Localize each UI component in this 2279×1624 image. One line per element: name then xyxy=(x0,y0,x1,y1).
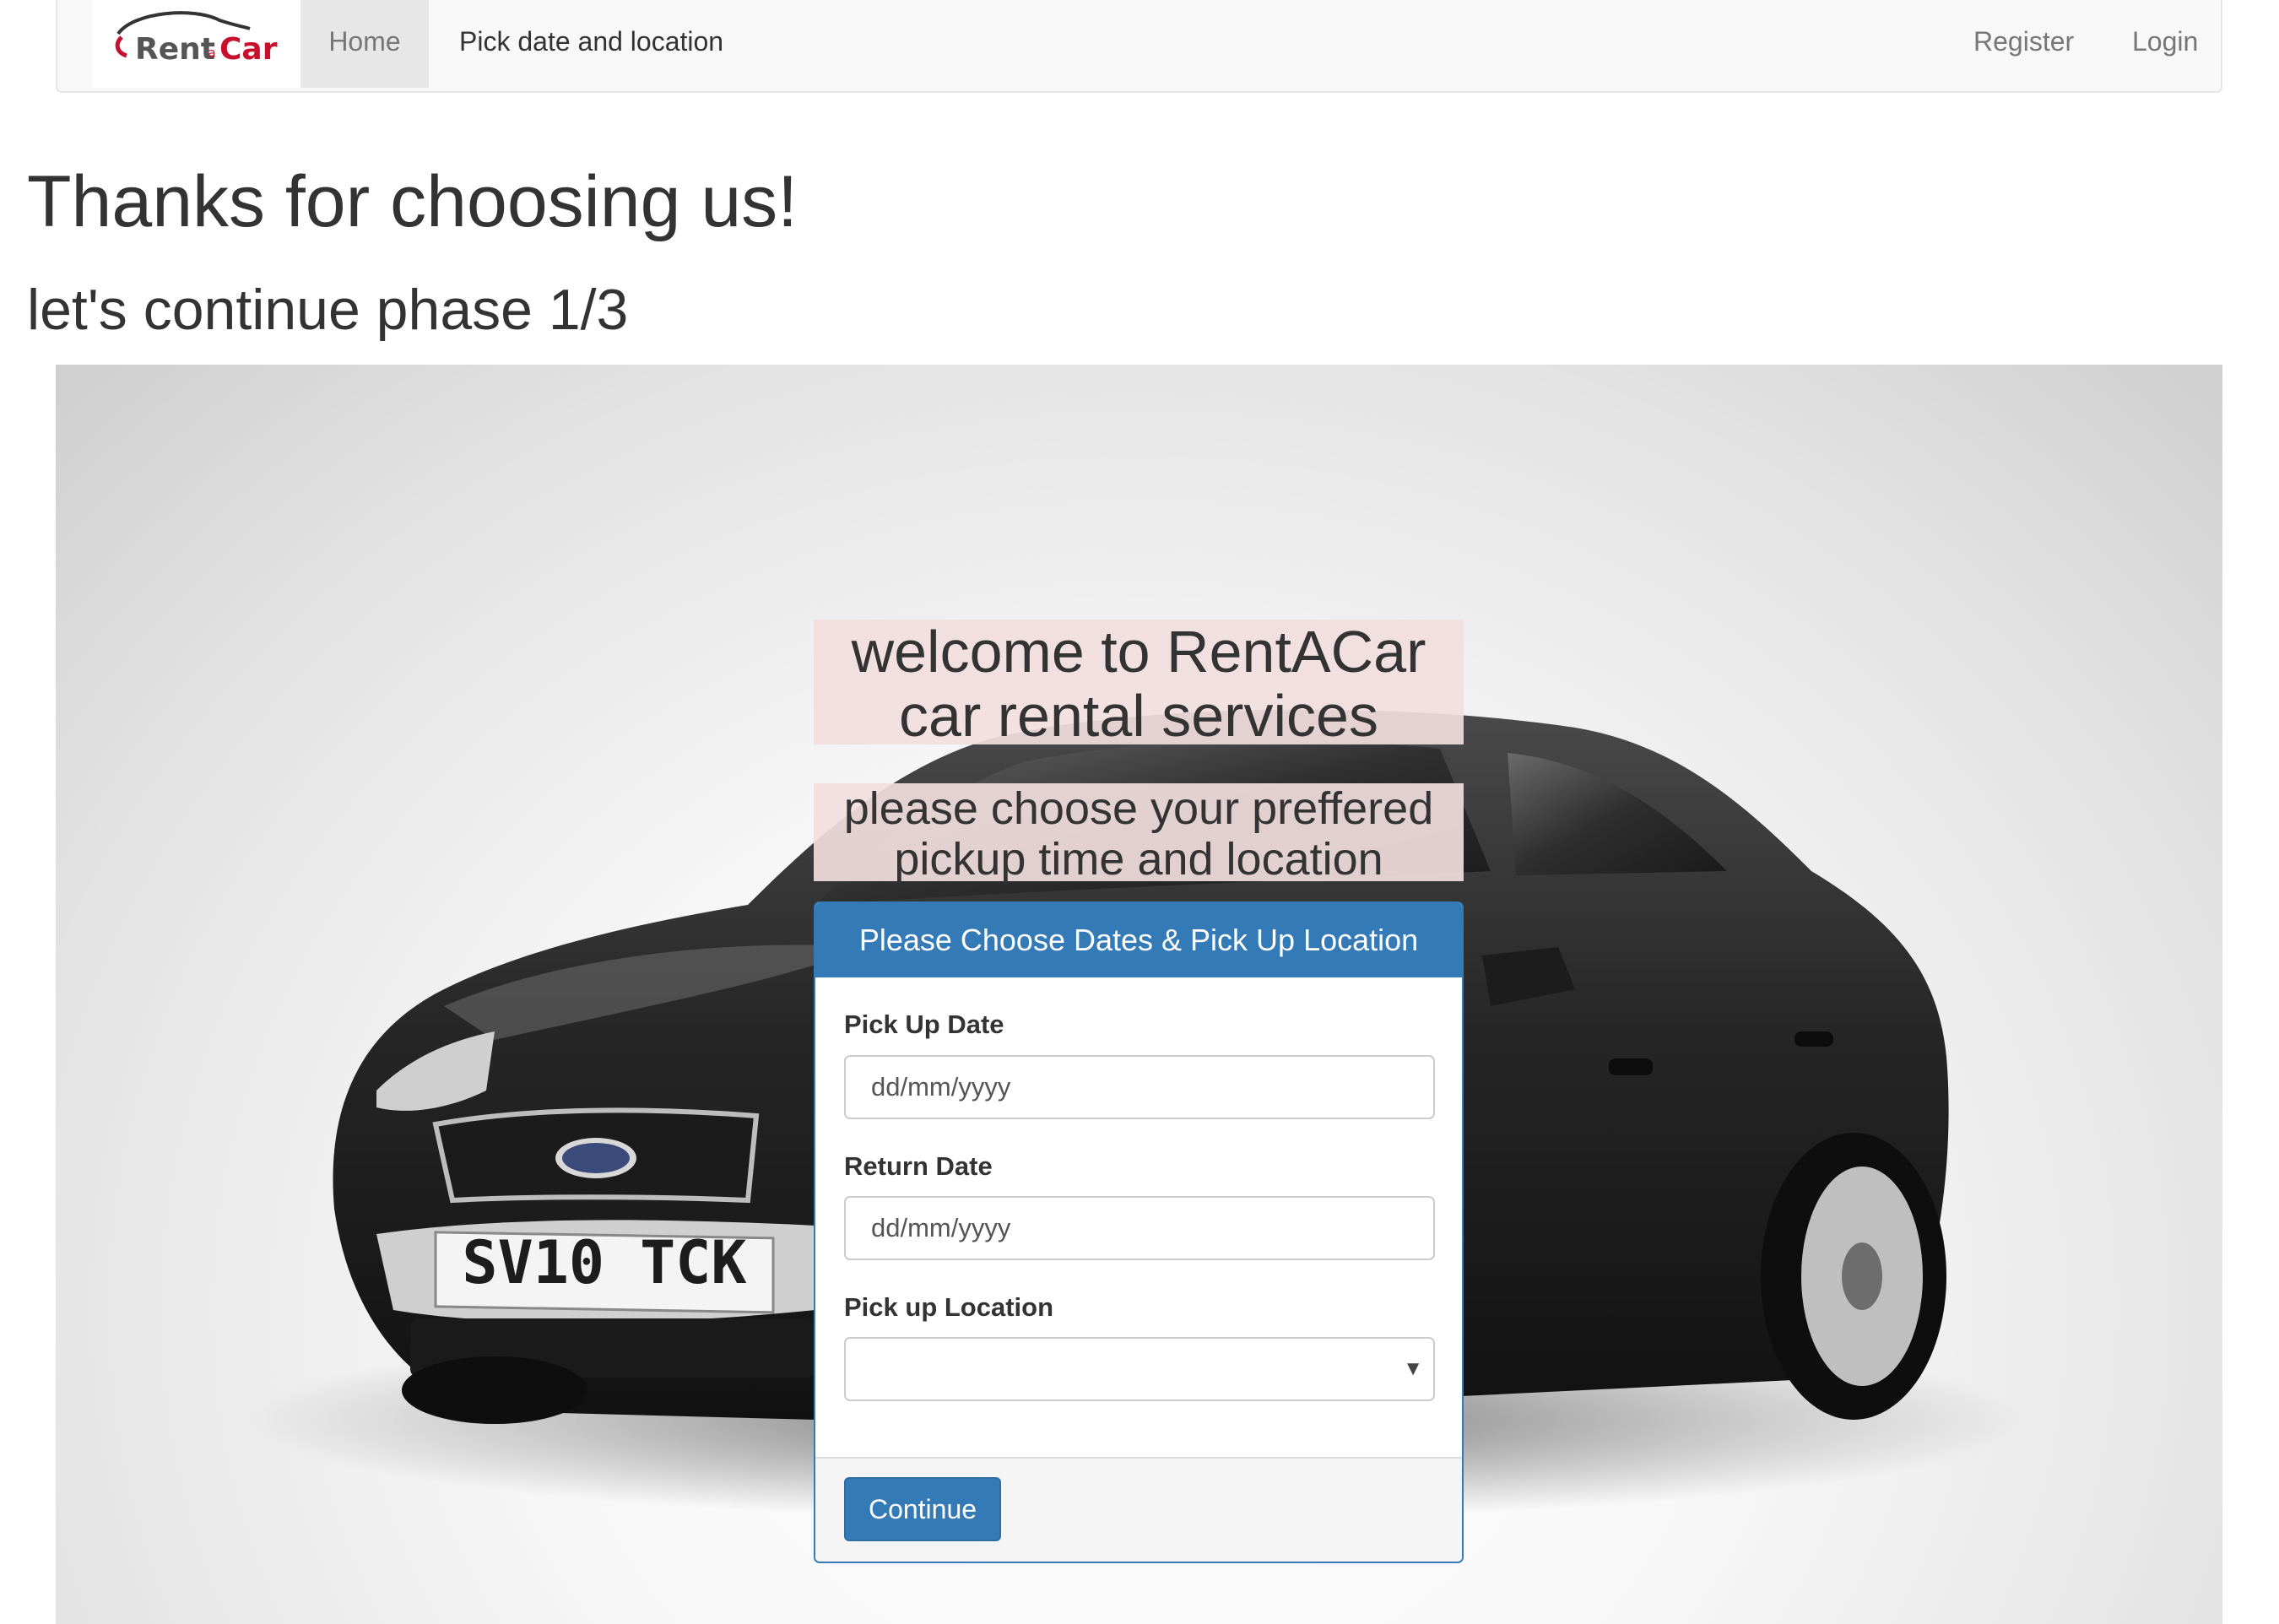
return-date-label: Return Date xyxy=(844,1151,993,1181)
pickup-date-input[interactable] xyxy=(844,1055,1435,1119)
panel-footer: Continue xyxy=(815,1457,1462,1562)
pickup-date-label: Pick Up Date xyxy=(844,1010,1004,1039)
instructions-banner: please choose your preffered pickup time… xyxy=(814,783,1464,885)
hero-section: SV10 TCK welcome to RentACar car rental … xyxy=(56,365,2222,1624)
panel-body: Pick Up Date Return Date Pick up Locatio… xyxy=(815,977,1462,1457)
svg-text:a: a xyxy=(208,45,216,61)
welcome-banner: welcome to RentACar car rental services xyxy=(814,620,1464,748)
return-date-input[interactable] xyxy=(844,1196,1435,1260)
nav-home[interactable]: Home xyxy=(300,0,429,88)
pickup-location-select[interactable]: ▼ xyxy=(844,1337,1435,1401)
svg-text:Rent: Rent xyxy=(135,32,215,67)
continue-button[interactable]: Continue xyxy=(844,1477,1001,1541)
nav-pick-date-location[interactable]: Pick date and location xyxy=(459,0,723,88)
page-subtitle: let's continue phase 1/3 xyxy=(27,278,629,342)
nav-register[interactable]: Register xyxy=(1973,0,2074,88)
navbar: Rent a Car Home Pick date and location R… xyxy=(56,0,2222,93)
svg-text:Car: Car xyxy=(219,32,278,67)
caret-down-icon: ▼ xyxy=(1403,1357,1423,1380)
brand-logo[interactable]: Rent a Car xyxy=(93,0,300,88)
panel-heading: Please Choose Dates & Pick Up Location xyxy=(815,903,1462,977)
pickup-location-label: Pick up Location xyxy=(844,1292,1054,1322)
nav-login[interactable]: Login xyxy=(2132,0,2198,88)
license-plate-text: SV10 TCK xyxy=(462,1228,746,1297)
page-title: Thanks for choosing us! xyxy=(27,161,798,242)
car-outline-icon: Rent a Car xyxy=(115,11,278,67)
booking-form-panel: Please Choose Dates & Pick Up Location P… xyxy=(814,901,1464,1563)
